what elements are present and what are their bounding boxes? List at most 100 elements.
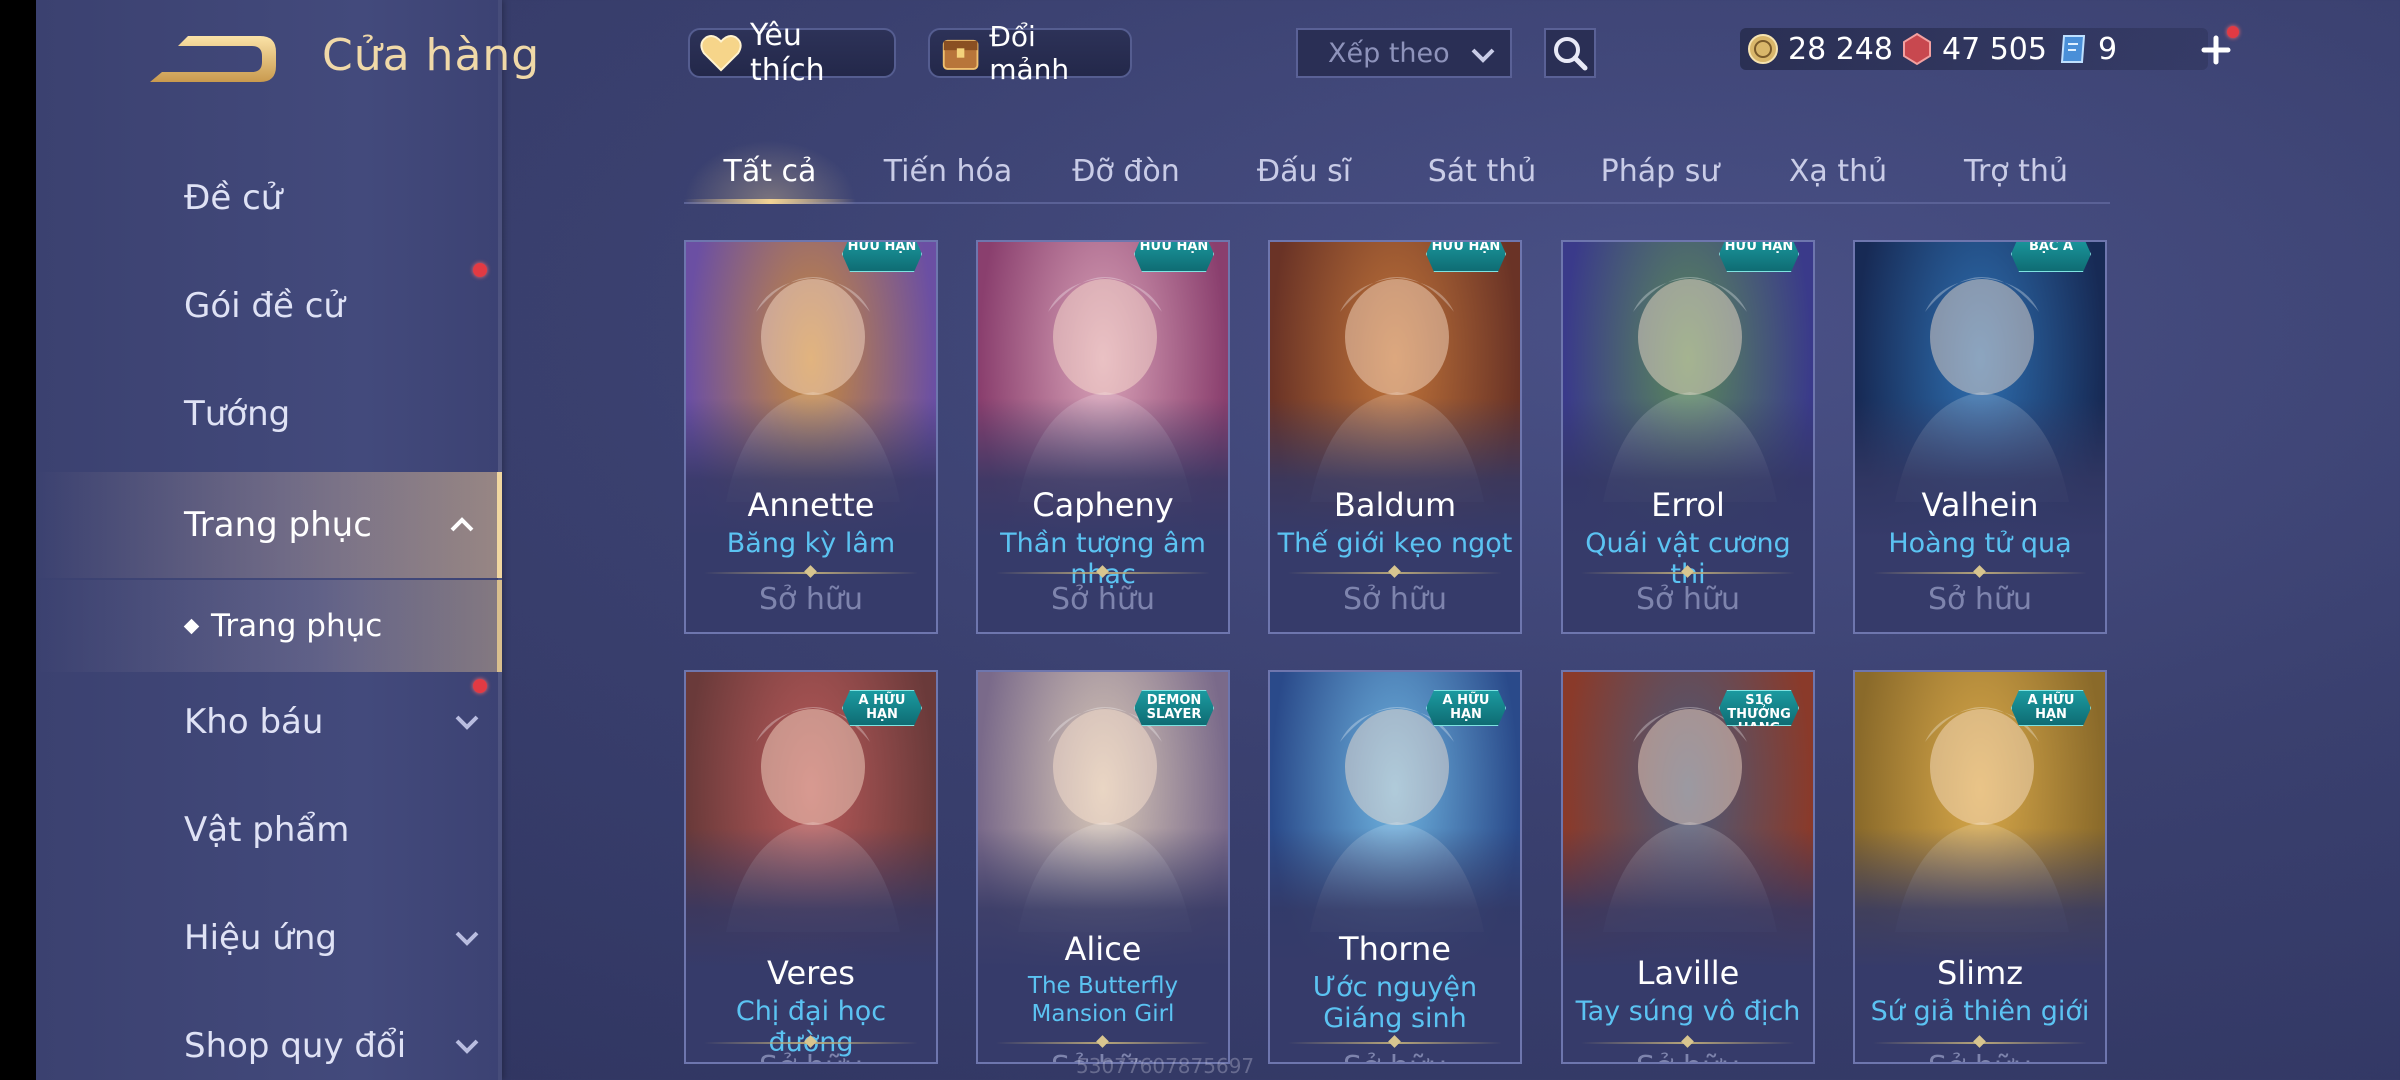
card-divider	[1873, 572, 2087, 574]
gem-amount: 47 505	[1942, 31, 2047, 67]
skin-card[interactable]: BẬC A Valhein Hoàng tử quạ Sở hữu	[1853, 240, 2107, 634]
sidebar-item-label: Kho báu	[184, 702, 324, 742]
skin-card[interactable]: HỮU HẠN Capheny Thần tượng âm nhạcSở hữu	[976, 240, 1230, 634]
hero-name: Baldum	[1333, 486, 1457, 524]
skin-card[interactable]: A HỮU HẠN Veres Chị đại học đườngSở hữu	[684, 670, 938, 1064]
heart-icon	[700, 35, 742, 72]
chevron-down-icon	[455, 1039, 479, 1054]
search-button[interactable]	[1544, 28, 1596, 78]
tab-evolution[interactable]: Tiến hóa	[862, 140, 1034, 202]
sidebar-item-label: Đề cử	[184, 178, 283, 218]
skin-card[interactable]: HỮU HẠN Annette Băng kỳ lâm Sở hữu	[684, 240, 938, 634]
sidebar-item-label: Vật phẩm	[184, 810, 350, 850]
skin-card[interactable]: S16 THƯỞNG HẠNG Laville Tay súng vô địch Sở…	[1561, 670, 1815, 1064]
notification-dot	[2227, 26, 2239, 38]
skin-name: The Butterfly Mansion Girl	[1027, 973, 1179, 1027]
hero-name: Capheny	[1032, 486, 1174, 524]
skin-name: Băng kỳ lâm	[726, 528, 896, 559]
skin-name: Hoàng tử quạ	[1888, 528, 2072, 559]
skin-card[interactable]: HỮU HẠN Baldum Thế giới kẹo ngọt Sở hữu	[1268, 240, 1522, 634]
skin-card[interactable]: A HỮU HẠN Slimz Sứ giả thiên giới Sở hữu	[1853, 670, 2107, 1064]
card-divider	[1581, 1042, 1795, 1044]
back-arrow-icon	[150, 36, 276, 82]
sidebar-item-effects[interactable]: Hiệu ứng	[36, 888, 502, 988]
skin-name: Sứ giả thiên giới	[1870, 996, 2090, 1027]
tab-label: Trợ thủ	[1964, 153, 2068, 189]
limited-badge: DEMON SLAYER	[1134, 690, 1214, 726]
tab-support[interactable]: Trợ thủ	[1930, 140, 2102, 202]
tab-label: Xạ thủ	[1788, 153, 1888, 189]
sidebar-item-recommended[interactable]: Đề cử	[36, 148, 502, 248]
limited-badge: S16 THƯỞNG HẠNG	[1719, 690, 1799, 726]
gold-amount: 28 248	[1788, 31, 1893, 67]
favorites-button[interactable]: Yêu thích	[688, 18, 896, 88]
sidebar-item-recommended-packs[interactable]: Gói đề cử	[36, 256, 502, 356]
notification-dot	[473, 263, 487, 277]
gem-currency: 47 505	[1900, 28, 2047, 70]
skin-card[interactable]: A HỮU HẠN Thorne Ước nguyện Giáng sinh Sở h…	[1268, 670, 1522, 1064]
ticket-currency: 9	[2056, 28, 2117, 70]
tab-fighter[interactable]: Đấu sĩ	[1218, 140, 1390, 202]
skin-card[interactable]: HỮU HẠN Errol Quái vật cương thiSở hữu	[1561, 240, 1815, 634]
tab-mage[interactable]: Pháp sư	[1574, 140, 1746, 202]
sidebar-item-label: Gói đề cử	[184, 286, 345, 326]
tab-all[interactable]: Tất cả	[684, 140, 856, 202]
tab-label: Đấu sĩ	[1256, 153, 1352, 189]
card-divider	[1288, 572, 1502, 574]
skin-card[interactable]: DEMON SLAYER Alice The Butterfly Mansion G…	[976, 670, 1230, 1064]
sidebar-item-label: Tướng	[184, 394, 291, 434]
owned-status: Sở hữu	[759, 582, 863, 617]
tab-marksman[interactable]: Xạ thủ	[1752, 140, 1924, 202]
sort-placeholder: Xếp theo	[1328, 37, 1450, 69]
favorites-label: Yêu thích	[750, 18, 825, 88]
limited-badge: A HỮU HẠN	[1426, 690, 1506, 726]
owned-status: Sở hữu	[1051, 582, 1155, 617]
hero-name: Alice	[1064, 930, 1142, 968]
hero-name: Thorne	[1339, 930, 1451, 968]
limited-badge: A HỮU HẠN	[842, 690, 922, 726]
sidebar-item-skins[interactable]: Trang phục	[36, 472, 502, 578]
sidebar-item-treasure[interactable]: Kho báu	[36, 672, 502, 772]
hero-name: Laville	[1636, 954, 1740, 992]
search-icon	[1554, 37, 1588, 71]
card-divider	[1873, 1042, 2087, 1044]
card-divider	[996, 572, 1210, 574]
sidebar-item-exchange-shop[interactable]: Shop quy đổi	[36, 996, 502, 1080]
exchange-shards-button[interactable]: Đổi mảnh	[928, 20, 1132, 86]
screen-bezel	[0, 0, 36, 1080]
tab-tank[interactable]: Đỡ đòn	[1040, 140, 1212, 202]
tab-label: Pháp sư	[1600, 153, 1720, 189]
skin-name: Quái vật cương thi	[1585, 528, 1791, 590]
sidebar-subitem-skins[interactable]: Trang phục	[36, 580, 502, 672]
limited-badge: A HỮU HẠN	[2011, 690, 2091, 726]
chevron-up-icon	[450, 517, 474, 532]
ticket-amount: 9	[2098, 31, 2118, 67]
red-gem-icon	[1903, 32, 1931, 66]
sidebar-item-label: Shop quy đổi	[184, 1026, 407, 1066]
tab-divider	[684, 202, 2110, 204]
limited-badge: HỮU HẠN	[1426, 242, 1506, 272]
skin-name: Chị đại học đường	[735, 996, 887, 1058]
chevron-down-icon	[1471, 48, 1495, 63]
sidebar-item-items[interactable]: Vật phẩm	[36, 780, 502, 880]
owned-status: Sở hữu	[1636, 582, 1740, 617]
owned-status: Sở hữu	[1855, 1050, 2105, 1062]
page-title: Cửa hàng	[322, 30, 541, 81]
hero-name: Valhein	[1921, 486, 2039, 524]
hero-name: Veres	[767, 954, 855, 992]
skin-name: Ước nguyện Giáng sinh	[1312, 972, 1478, 1034]
blue-ticket-icon	[2060, 35, 2086, 63]
hero-name: Annette	[747, 486, 875, 524]
skin-name: Thế giới kẹo ngọt	[1277, 528, 1513, 559]
chevron-down-icon	[455, 715, 479, 730]
treasure-chest-icon	[942, 39, 979, 70]
card-divider	[704, 572, 918, 574]
sidebar-item-label: Hiệu ứng	[184, 918, 337, 958]
diamond-icon	[183, 618, 200, 634]
owned-status: Sở hữu	[686, 1050, 936, 1062]
card-divider	[996, 1042, 1210, 1044]
back-button[interactable]	[148, 30, 280, 88]
sort-dropdown[interactable]: Xếp theo	[1296, 28, 1512, 78]
sidebar-item-heroes[interactable]: Tướng	[36, 364, 502, 464]
tab-assassin[interactable]: Sát thủ	[1396, 140, 1568, 202]
